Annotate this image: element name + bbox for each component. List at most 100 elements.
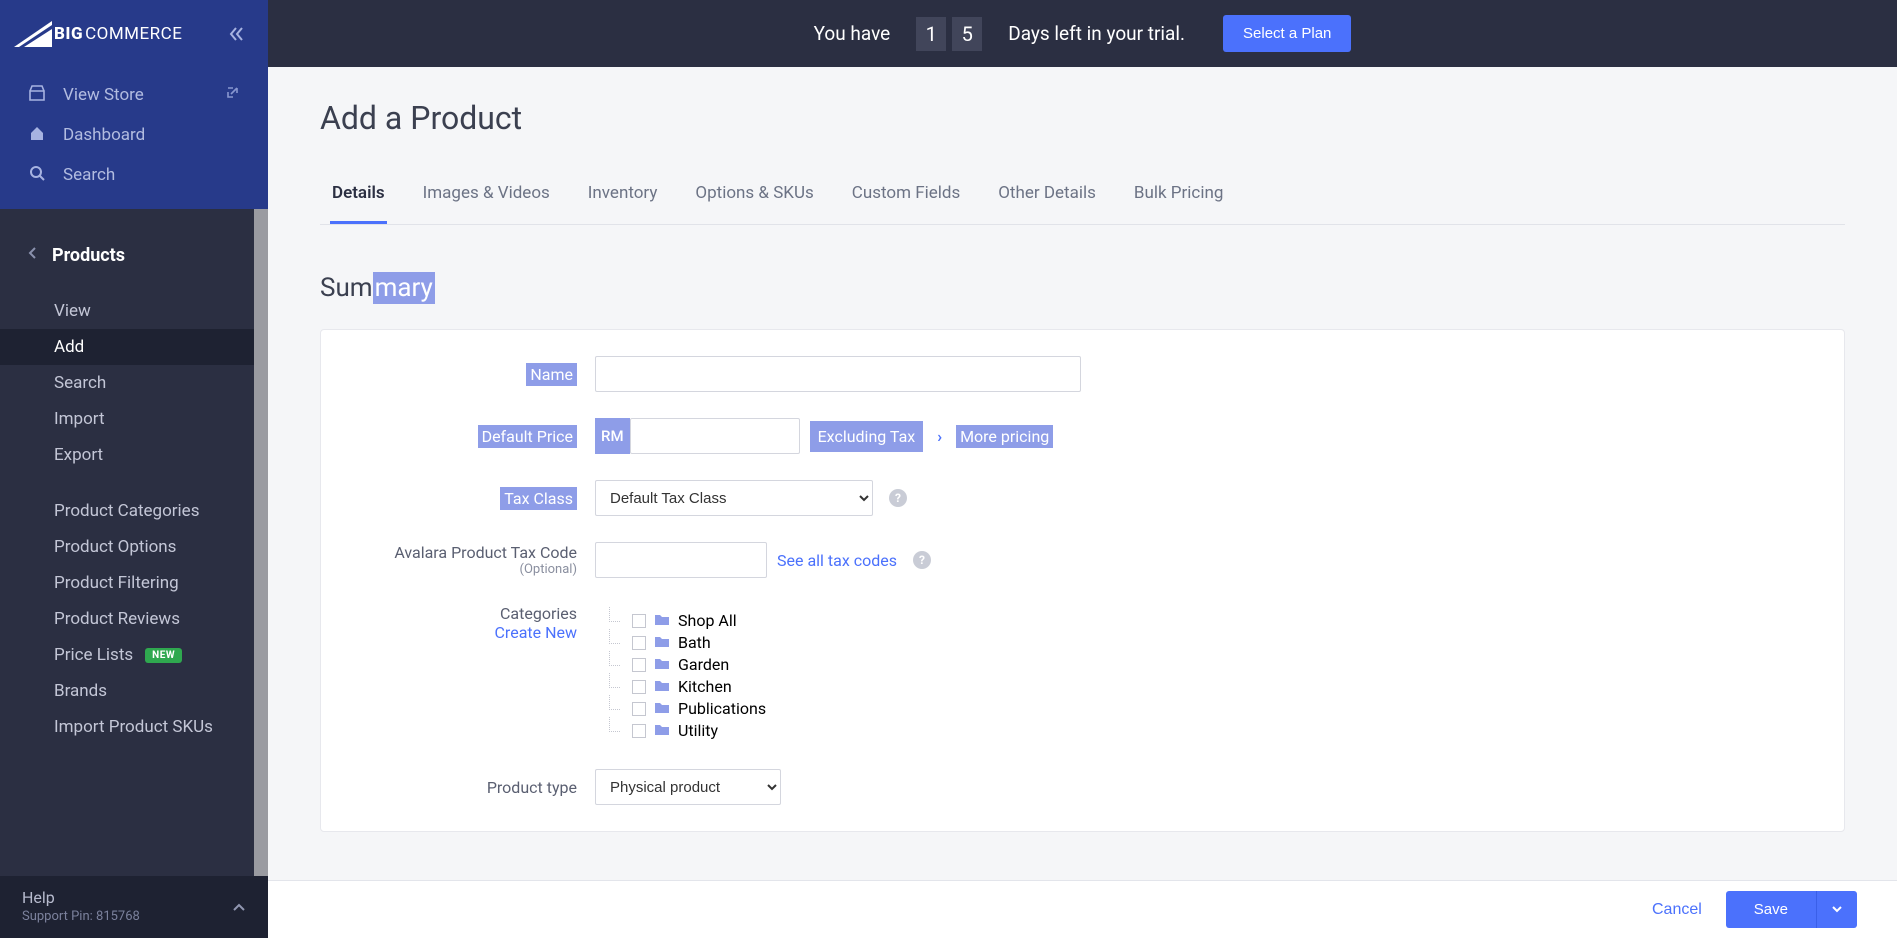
sidebar-item-import-skus[interactable]: Import Product SKUs bbox=[0, 709, 254, 745]
tab-label: Options & SKUs bbox=[695, 183, 813, 203]
sidebar-item-import[interactable]: Import bbox=[0, 401, 254, 437]
sidebar-item-add[interactable]: Add bbox=[0, 329, 254, 365]
category-item[interactable]: Utility bbox=[595, 721, 766, 740]
dashboard-label: Dashboard bbox=[63, 125, 145, 145]
checkbox-icon[interactable] bbox=[632, 614, 646, 628]
help-label: Help bbox=[22, 888, 140, 907]
checkbox-icon[interactable] bbox=[632, 658, 646, 672]
trial-suffix: Days left in your trial. bbox=[1008, 22, 1185, 45]
sidebar-collapse-button[interactable] bbox=[228, 25, 246, 43]
sidebar-item-export[interactable]: Export bbox=[0, 437, 254, 473]
tab-label: Inventory bbox=[588, 183, 658, 203]
search-icon bbox=[28, 164, 46, 187]
logo-commerce: COMMERCE bbox=[85, 24, 182, 44]
chevron-left-icon bbox=[28, 246, 38, 264]
tax-note: Excluding Tax bbox=[810, 421, 924, 452]
sidebar-item-product-categories[interactable]: Product Categories bbox=[0, 493, 254, 529]
sidebar-item-label: Import bbox=[54, 409, 105, 429]
tab-inventory[interactable]: Inventory bbox=[586, 165, 660, 224]
sidebar-item-brands[interactable]: Brands bbox=[0, 673, 254, 709]
tab-label: Other Details bbox=[998, 183, 1096, 203]
category-label: Shop All bbox=[678, 611, 737, 630]
logo-big: BIG bbox=[54, 24, 83, 44]
tab-options-skus[interactable]: Options & SKUs bbox=[693, 165, 815, 224]
folder-icon bbox=[654, 721, 670, 740]
label-categories: Categories Create New bbox=[385, 604, 595, 642]
category-label: Utility bbox=[678, 721, 718, 740]
section-title-summary: Summary bbox=[320, 273, 1845, 303]
save-button[interactable]: Save bbox=[1726, 891, 1816, 928]
tab-custom-fields[interactable]: Custom Fields bbox=[850, 165, 962, 224]
category-item[interactable]: Bath bbox=[595, 633, 766, 652]
tab-details[interactable]: Details bbox=[330, 165, 387, 224]
sidebar-item-product-filtering[interactable]: Product Filtering bbox=[0, 565, 254, 601]
label-avalara: Avalara Product Tax Code (Optional) bbox=[385, 543, 595, 577]
trial-bar: You have 1 5 Days left in your trial. Se… bbox=[268, 0, 1897, 67]
sidebar-item-label: Product Options bbox=[54, 537, 176, 557]
sidebar-item-label: View bbox=[54, 301, 91, 321]
sidebar-item-product-options[interactable]: Product Options bbox=[0, 529, 254, 565]
category-item[interactable]: Shop All bbox=[595, 611, 766, 630]
label-product-type: Product type bbox=[385, 778, 595, 797]
tax-class-select[interactable]: Default Tax Class bbox=[595, 480, 873, 516]
summary-panel: Name Default Price RM Excluding Tax › Mo… bbox=[320, 329, 1845, 832]
tab-label: Images & Videos bbox=[423, 183, 550, 203]
trial-day-digit: 5 bbox=[952, 17, 982, 51]
tab-other-details[interactable]: Other Details bbox=[996, 165, 1098, 224]
category-item[interactable]: Garden bbox=[595, 655, 766, 674]
currency-prefix: RM bbox=[595, 418, 630, 454]
checkbox-icon[interactable] bbox=[632, 636, 646, 650]
category-tree: Shop All Bath Garden bbox=[595, 604, 766, 743]
tab-bulk-pricing[interactable]: Bulk Pricing bbox=[1132, 165, 1226, 224]
more-pricing-link[interactable]: More pricing bbox=[956, 425, 1053, 448]
sidebar-item-product-reviews[interactable]: Product Reviews bbox=[0, 601, 254, 637]
sidebar-item-search[interactable]: Search bbox=[0, 365, 254, 401]
sidebar-item-label: Import Product SKUs bbox=[54, 717, 213, 737]
home-icon bbox=[28, 124, 46, 147]
search-link[interactable]: Search bbox=[0, 155, 268, 195]
dashboard-link[interactable]: Dashboard bbox=[0, 115, 268, 155]
category-label: Publications bbox=[678, 699, 766, 718]
chevron-up-icon bbox=[232, 897, 246, 916]
checkbox-icon[interactable] bbox=[632, 680, 646, 694]
sidebar-item-label: Add bbox=[54, 337, 84, 357]
view-store-link[interactable]: View Store bbox=[0, 75, 268, 115]
product-type-select[interactable]: Physical product bbox=[595, 769, 781, 805]
checkbox-icon[interactable] bbox=[632, 724, 646, 738]
sidebar-item-label: Export bbox=[54, 445, 103, 465]
save-dropdown-button[interactable] bbox=[1816, 891, 1857, 928]
label-default-price: Default Price bbox=[478, 425, 577, 448]
folder-icon bbox=[654, 633, 670, 652]
category-label: Bath bbox=[678, 633, 711, 652]
sidebar-item-label: Product Reviews bbox=[54, 609, 180, 629]
label-optional: (Optional) bbox=[385, 562, 577, 577]
name-input[interactable] bbox=[595, 356, 1081, 392]
help-icon[interactable]: ? bbox=[889, 489, 907, 507]
tab-label: Bulk Pricing bbox=[1134, 183, 1224, 203]
sidebar-item-view[interactable]: View bbox=[0, 293, 254, 329]
sidebar-top: BIGCOMMERCE View Store bbox=[0, 0, 268, 209]
help-icon[interactable]: ? bbox=[913, 551, 931, 569]
select-plan-button[interactable]: Select a Plan bbox=[1223, 15, 1351, 52]
logo[interactable]: BIGCOMMERCE bbox=[14, 21, 182, 47]
checkbox-icon[interactable] bbox=[632, 702, 646, 716]
sidebar-item-price-lists[interactable]: Price Lists NEW bbox=[0, 637, 254, 673]
trial-prefix: You have bbox=[814, 22, 891, 45]
cancel-button[interactable]: Cancel bbox=[1652, 901, 1702, 919]
tab-images-videos[interactable]: Images & Videos bbox=[421, 165, 552, 224]
category-item[interactable]: Kitchen bbox=[595, 677, 766, 696]
tab-label: Custom Fields bbox=[852, 183, 960, 203]
avalara-input[interactable] bbox=[595, 542, 767, 578]
create-category-link[interactable]: Create New bbox=[495, 623, 577, 642]
chevron-right-icon: › bbox=[937, 427, 942, 446]
store-icon bbox=[28, 84, 46, 107]
chevron-down-icon bbox=[1831, 904, 1843, 914]
category-label: Kitchen bbox=[678, 677, 732, 696]
price-input[interactable] bbox=[630, 418, 800, 454]
category-item[interactable]: Publications bbox=[595, 699, 766, 718]
folder-icon bbox=[654, 655, 670, 674]
sidebar-footer[interactable]: Help Support Pin: 815768 bbox=[0, 876, 268, 938]
see-tax-codes-link[interactable]: See all tax codes bbox=[777, 551, 897, 570]
sidebar-section-products[interactable]: Products bbox=[0, 231, 254, 279]
badge-new: NEW bbox=[145, 648, 182, 663]
